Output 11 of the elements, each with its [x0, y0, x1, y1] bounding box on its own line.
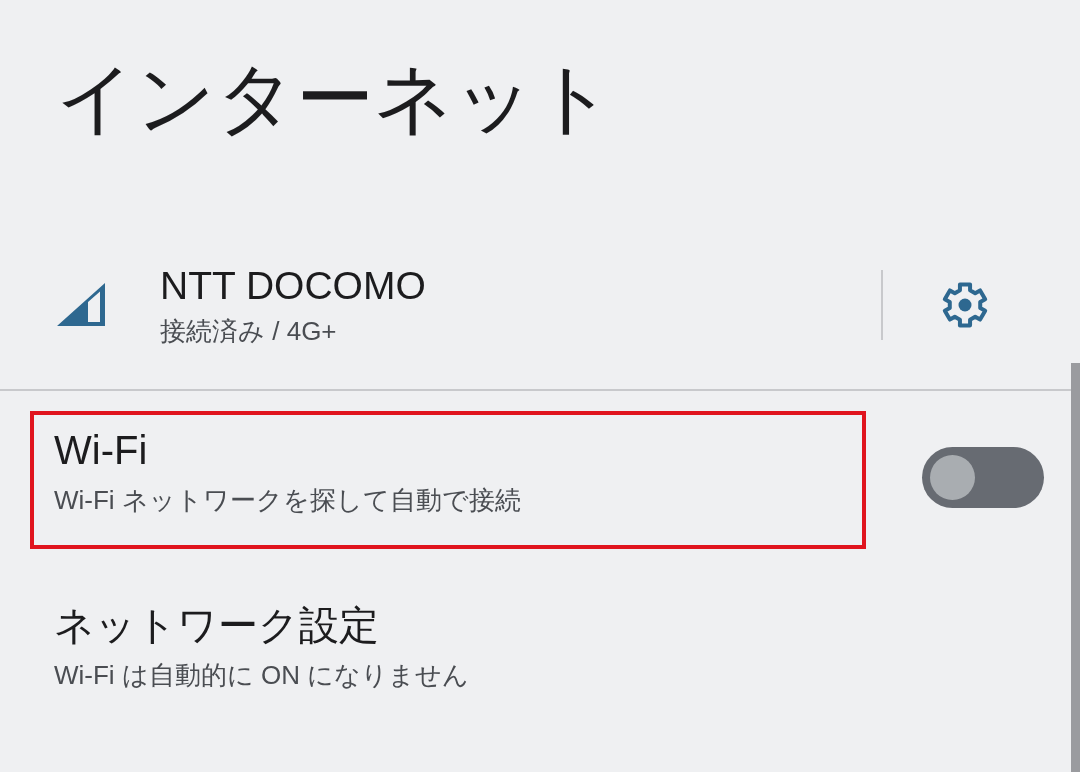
toggle-switch[interactable]: [922, 446, 1044, 508]
setting-title: ネットワーク設定: [54, 602, 379, 650]
scrollbar[interactable]: [1071, 363, 1080, 772]
setting-title: Wi-Fi: [54, 427, 148, 474]
setting-description: Wi-Fi ネットワークを探して自動で接続: [54, 484, 521, 517]
settings-icon: [941, 280, 989, 329]
setting-description: Wi-Fi は自動的に ON になりません: [54, 659, 470, 693]
connection-status: 接続済み / 4G+: [160, 315, 337, 349]
network-name: NTT DOCOMO: [160, 262, 426, 309]
page-title: インターネット: [56, 53, 614, 144]
signal-strength-icon: [57, 283, 105, 326]
